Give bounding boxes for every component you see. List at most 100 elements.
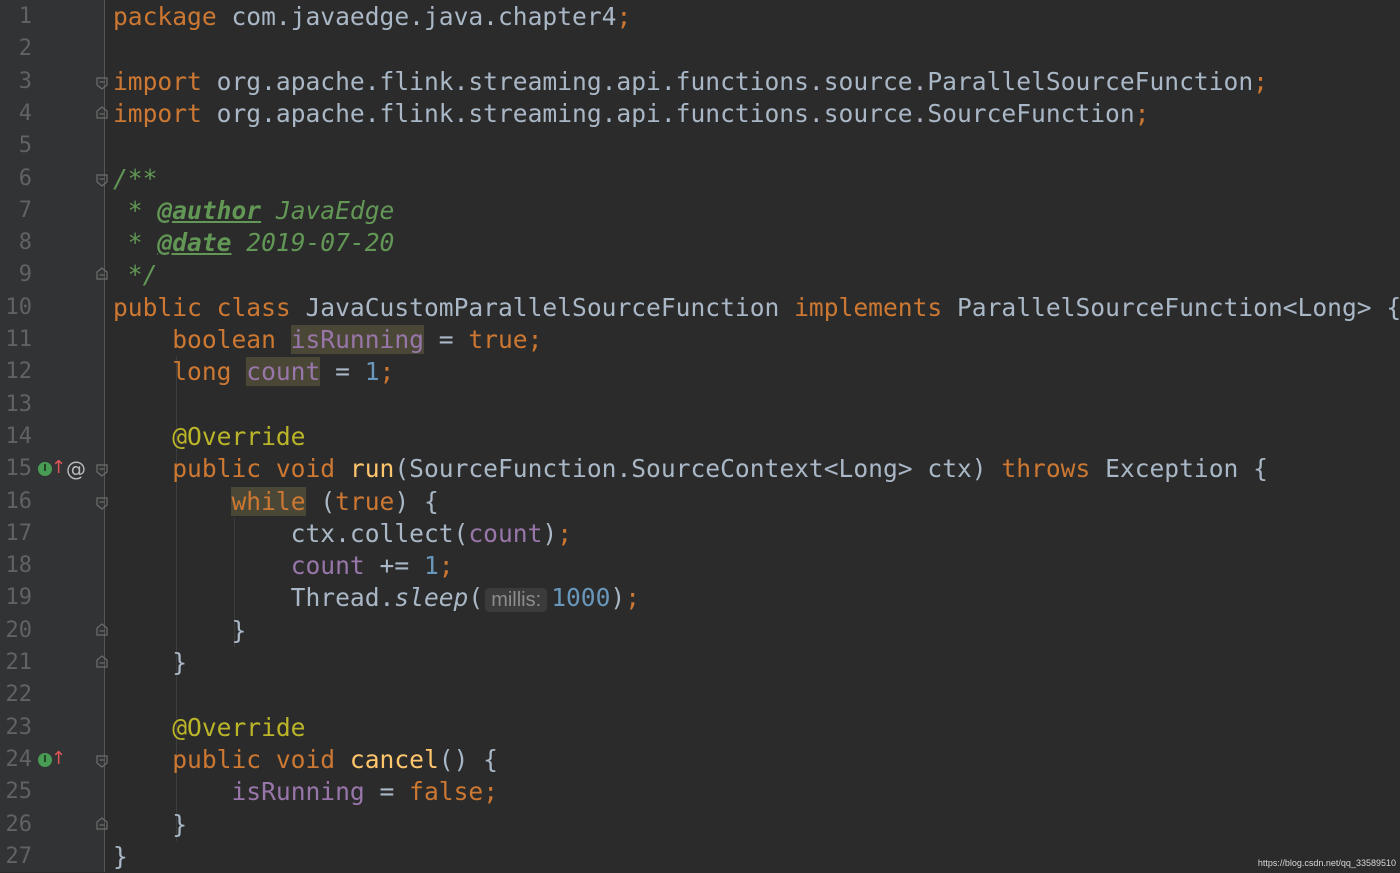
code-editor[interactable]: 1 package com.javaedge.java.chapter4; 2 3 im… [0,0,1400,872]
code-text: @Override [113,712,305,744]
code-token: count [290,551,365,581]
code-line[interactable]: 22 [0,679,1400,711]
code-token: /** [113,163,158,193]
code-token: ; [625,583,641,613]
override-arrow-icon[interactable]: ↑ [51,459,66,477]
line-number: 26 [5,811,33,837]
code-token: package [113,2,232,31]
code-token: () { [438,744,498,774]
fold-collapse-icon[interactable] [96,76,108,90]
code-token: = [423,325,469,354]
parameter-hint: millis: [485,588,548,613]
code-token: org.apache.flink.streaming.api.functions… [216,66,1254,96]
line-number: 9 [18,262,32,288]
line-number: 4 [18,100,32,126]
fold-end-icon[interactable] [96,267,108,280]
code-line[interactable]: 17 ctx.collect(count); [0,518,1400,550]
code-line[interactable]: 13 [0,389,1400,421]
code-token: @Override [113,421,306,451]
code-text: public void run(SourceFunction.SourceCon… [113,453,1268,485]
code-line[interactable]: 11 boolean isRunning = true; [0,324,1400,356]
code-token: 2019-07-20 [231,228,395,258]
code-line[interactable]: 6 /** [0,163,1400,195]
fold-collapse-icon[interactable] [96,173,108,187]
code-token: public void [113,454,350,484]
code-text: count += 1; [113,550,454,582]
code-text: ctx.collect(count); [113,518,572,550]
code-line[interactable]: 9 */ [0,259,1400,291]
code-line[interactable]: 3 import org.apache.flink.streaming.api.f… [0,66,1400,98]
code-token: true [335,486,395,516]
fold-collapse-icon[interactable] [96,755,108,768]
code-token: ) [610,583,626,613]
override-arrow-icon[interactable]: ↑ [51,749,66,768]
fold-collapse-icon[interactable] [96,496,108,510]
line-number: 17 [5,520,33,546]
code-line[interactable]: 18 count += 1; [0,550,1400,582]
code-line[interactable]: 23 @Override [0,712,1400,744]
code-token: += [364,551,424,581]
code-line[interactable]: 4 import org.apache.flink.streaming.api.f… [0,98,1400,130]
line-number: 21 [5,650,33,675]
code-line[interactable]: 12 long count = 1; [0,356,1400,388]
implementing-method-icon[interactable]: I [38,752,52,767]
code-token: = [320,357,365,387]
line-number: 8 [18,230,32,256]
code-token: */ [113,260,158,290]
code-text: } [113,647,187,679]
fold-end-icon[interactable] [96,106,108,119]
code-line[interactable]: 16 while (true) { [0,486,1400,518]
code-text: * @date 2019-07-20 [113,227,395,259]
line-number: 18 [5,553,33,579]
code-text: package com.javaedge.java.chapter4; [113,1,631,33]
code-token: run [349,454,395,484]
fold-collapse-icon[interactable] [96,464,108,477]
code-line[interactable]: 8 * @date 2019-07-20 [0,227,1400,259]
fold-end-icon[interactable] [96,816,108,830]
fold-end-icon[interactable] [96,622,108,636]
code-line[interactable]: 15 public void run(SourceFunction.Source… [0,453,1400,485]
line-number: 3 [18,68,32,94]
line-number: 20 [5,617,33,643]
code-text: } [113,841,128,873]
at-annotation-icon[interactable]: @ [66,458,86,480]
code-line[interactable]: 14 @Override [0,421,1400,453]
line-number: 10 [5,294,33,320]
code-token: JavaEdge [261,195,395,225]
line-number: 14 [5,423,33,449]
code-token: public void [113,744,350,774]
code-line[interactable]: 26 } [0,809,1400,841]
code-line[interactable]: 27} [0,841,1400,873]
code-token: isRunning [231,777,365,807]
code-line[interactable]: 21 } [0,647,1400,679]
code-token: com.javaedge.java.chapter4 [231,2,617,31]
code-line[interactable]: 1 package com.javaedge.java.chapter4; [0,1,1400,33]
line-number: 6 [18,165,32,191]
code-line[interactable]: 25 isRunning = false; [0,776,1400,808]
code-line[interactable]: 20 } [0,615,1400,647]
code-line[interactable]: 24 public void cancel() { [0,744,1400,776]
code-line[interactable]: 7 * @author JavaEdge [0,195,1400,227]
code-token: * [113,195,158,225]
code-token: ctx.collect( [113,518,469,548]
fold-end-icon[interactable] [96,655,108,668]
code-line[interactable]: 5 [0,130,1400,162]
code-token: } [113,809,188,839]
code-token: true; [468,325,543,354]
code-line[interactable]: 10 public class JavaCustomParallelSourceF… [0,292,1400,324]
code-token: implements [794,292,957,322]
line-number: 5 [18,133,32,159]
code-token: count [246,357,321,387]
code-line[interactable]: 2 [0,33,1400,65]
code-token: isRunning [290,325,424,354]
code-token: @date [157,228,232,258]
code-line[interactable]: 19 Thread.sleep(millis: 1000); [0,582,1400,614]
line-number: 19 [5,585,33,611]
code-token: ; [1134,98,1150,128]
code-token: org.apache.flink.streaming.api.functions… [216,98,1135,128]
code-token: JavaCustomParallelSourceFunction [305,292,795,322]
code-token: import [113,98,217,128]
